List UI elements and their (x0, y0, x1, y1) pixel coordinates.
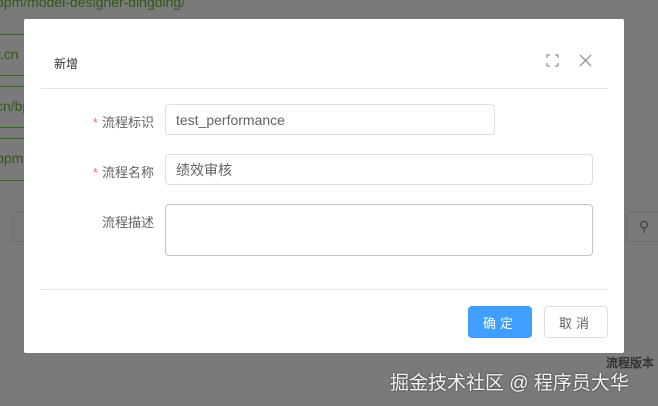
background-search-button: ⚲ (626, 212, 658, 242)
fullscreen-icon[interactable] (546, 54, 559, 71)
field-label-description: 流程描述 (101, 215, 154, 230)
search-icon: ⚲ (639, 218, 650, 234)
divider (0, 138, 24, 139)
label-text: 流程标识 (101, 115, 154, 130)
field-label-key: * 流程标识 (93, 112, 154, 131)
divider (0, 34, 24, 35)
divider (0, 75, 24, 76)
divider (0, 86, 24, 87)
required-mark: * (92, 115, 98, 130)
add-dialog: 新增 * 流程标识 test_performance * 流程名称 绩效审核 流程描… (24, 19, 624, 353)
process-name-input[interactable]: 绩效审核 (165, 154, 593, 185)
header-divider (40, 88, 608, 89)
confirm-button[interactable]: 确定 (468, 306, 532, 338)
close-icon[interactable] (579, 54, 592, 71)
dialog-title: 新增 (54, 57, 79, 71)
background-link: bpm (0, 150, 24, 166)
cancel-button[interactable]: 取消 (544, 306, 608, 338)
watermark: 掘金技术社区 @ 程序员大华 (390, 373, 629, 394)
field-label-name: * 流程名称 (93, 162, 154, 181)
required-mark: * (92, 165, 98, 180)
process-key-input[interactable]: test_performance (165, 104, 495, 135)
footer-divider (40, 289, 608, 290)
background-link: r.cn (0, 46, 19, 62)
divider (0, 127, 24, 128)
label-text: 流程名称 (101, 165, 154, 180)
process-description-textarea[interactable] (165, 204, 593, 256)
divider (0, 180, 24, 181)
background-url: bpm/model-designer-dingding/ (0, 0, 186, 10)
